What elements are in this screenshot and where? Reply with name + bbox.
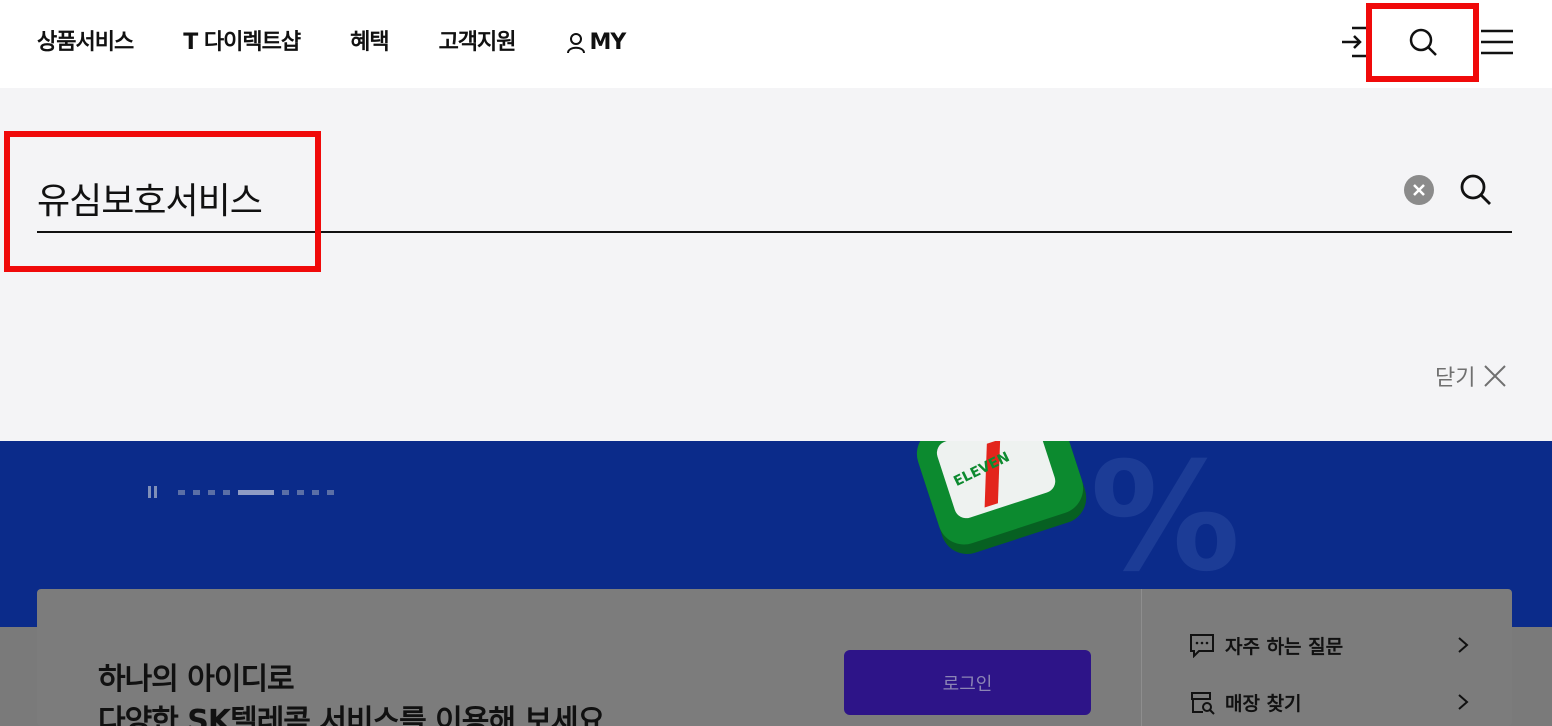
chevron-right-icon [1458, 637, 1469, 653]
pager-dot[interactable] [312, 489, 319, 495]
close-search-button[interactable]: 닫기 [1435, 360, 1507, 392]
chat-icon [1190, 634, 1214, 658]
login-card-title: 하나의 아이디로 다양한 SK텔레콤 서비스를 이용해 보세요 [98, 662, 605, 726]
percent-graphic: % [1090, 441, 1241, 605]
nav-item-benefits[interactable]: 혜택 [350, 27, 389, 59]
nav-item-direct-shop[interactable]: T 다이렉트샵 [183, 27, 301, 59]
nav-item-products[interactable]: 상품서비스 [37, 27, 134, 59]
main-nav: 상품서비스 T 다이렉트샵 혜택 고객지원 MY [37, 27, 675, 59]
clear-search-button[interactable] [1404, 175, 1434, 205]
login-card: 하나의 아이디로 다양한 SK텔레콤 서비스를 이용해 보세요 로그인 자주 하… [37, 589, 1512, 726]
store-icon [1191, 692, 1215, 715]
login-button[interactable]: 로그인 [844, 650, 1091, 715]
search-icon [1460, 174, 1491, 205]
pager-dot[interactable] [178, 489, 185, 495]
store-finder-link[interactable]: 매장 찾기 [1189, 685, 1469, 719]
card-divider [1141, 589, 1142, 726]
faq-link[interactable]: 자주 하는 질문 [1189, 628, 1469, 662]
search-underline [37, 231, 1512, 233]
close-search-label: 닫기 [1435, 366, 1476, 391]
user-icon [566, 33, 585, 54]
banner-pager [148, 486, 342, 498]
search-panel: 닫기 [0, 88, 1552, 441]
pager-dot[interactable] [297, 489, 304, 495]
pager-dots [178, 489, 342, 495]
chevron-right-icon [1458, 694, 1469, 710]
search-input[interactable] [37, 168, 1397, 228]
pager-dot[interactable] [208, 489, 215, 495]
nav-item-my-label: MY [589, 30, 627, 55]
pager-dot[interactable] [282, 489, 289, 495]
close-icon [1484, 365, 1507, 387]
nav-item-support[interactable]: 고객지원 [439, 27, 517, 59]
menu-icon[interactable] [1477, 22, 1517, 62]
pager-dot[interactable] [327, 489, 334, 495]
pager-dot[interactable] [193, 489, 200, 495]
clear-icon [1413, 184, 1425, 196]
search-submit-button[interactable] [1458, 172, 1494, 208]
seven-eleven-illustration: ELEVEN [910, 441, 1090, 552]
pager-dot-active[interactable] [238, 489, 274, 495]
faq-label: 자주 하는 질문 [1225, 635, 1344, 658]
pause-icon[interactable] [148, 486, 160, 498]
pager-dot[interactable] [223, 489, 230, 495]
nav-item-my[interactable]: MY [566, 27, 626, 59]
login-icon[interactable] [1336, 22, 1376, 62]
store-finder-label: 매장 찾기 [1225, 692, 1302, 715]
search-icon[interactable] [1403, 22, 1443, 62]
global-header: 상품서비스 T 다이렉트샵 혜택 고객지원 MY [0, 0, 1552, 88]
